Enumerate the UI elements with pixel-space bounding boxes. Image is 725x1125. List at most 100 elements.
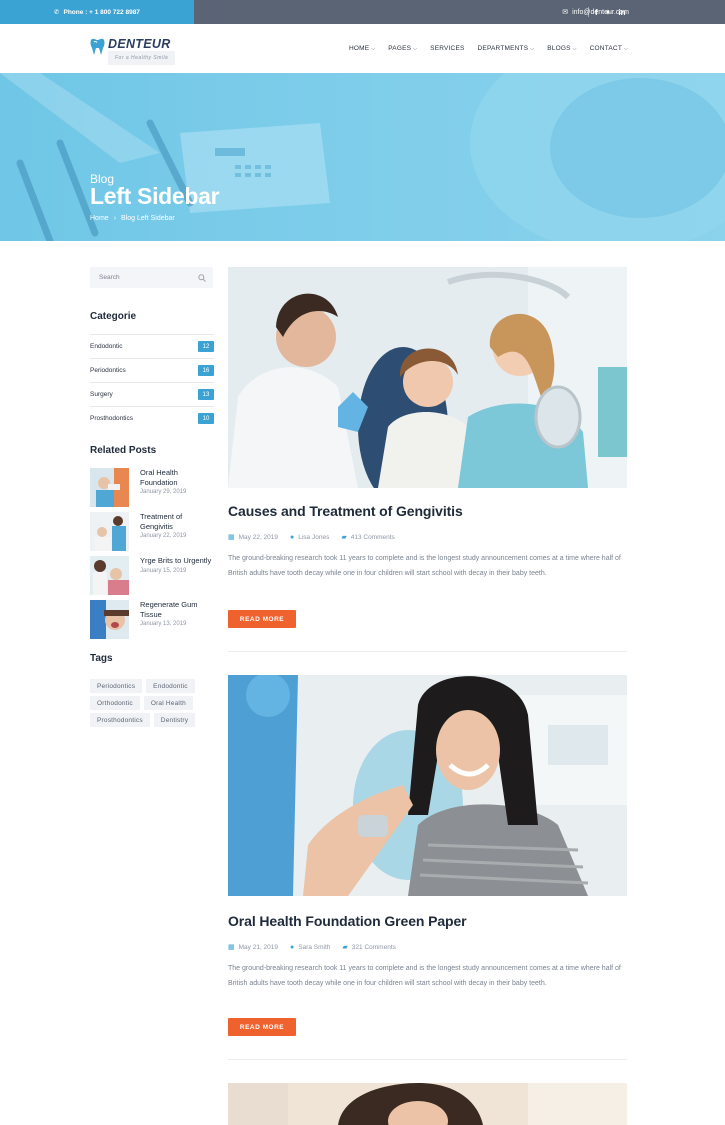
article-image[interactable]: [228, 267, 627, 488]
count-badge: 12: [198, 341, 214, 352]
meta-comments[interactable]: ▰ 413 Comments: [341, 533, 395, 542]
article-excerpt: The ground-breaking research took 11 yea…: [228, 555, 621, 577]
calendar-icon: ▦: [228, 534, 235, 541]
meta-comments-text: 321 Comments: [351, 943, 396, 951]
nav-blogs[interactable]: BLOGS ⌵: [547, 45, 576, 52]
meta-author[interactable]: ● Lisa Jones: [290, 533, 329, 541]
meta-author-text: Sara Smith: [298, 943, 331, 951]
search-input[interactable]: Search: [90, 267, 213, 288]
user-icon: ●: [290, 533, 295, 541]
search-icon[interactable]: [198, 273, 206, 282]
related-post-title[interactable]: Regenerate Gum Tissue: [140, 600, 214, 619]
post-thumbnail[interactable]: [90, 556, 129, 595]
comments-icon: ▰: [341, 534, 347, 541]
chevron-down-icon: ⌵: [624, 45, 628, 52]
nav-services[interactable]: SERVICES: [430, 45, 464, 52]
nav-label: PAGES: [388, 45, 412, 52]
tag[interactable]: Oral Health: [143, 696, 193, 710]
related-post[interactable]: Yrge Brits to Urgently January 15, 2019: [90, 556, 214, 600]
category-item[interactable]: Prosthodontics 10: [90, 406, 214, 430]
breadcrumb-home[interactable]: Home: [90, 215, 109, 222]
tag[interactable]: Orthodontic: [90, 696, 140, 710]
brand-name: DENTEUR: [108, 37, 171, 51]
tag[interactable]: Prosthodontics: [90, 713, 150, 727]
site-logo[interactable]: DENTEUR For a Healthy Smile: [90, 37, 176, 65]
chevron-down-icon: ⌵: [371, 45, 376, 52]
social-links: f ✦ in: [595, 0, 625, 24]
phone-icon: ✆: [54, 9, 60, 16]
nav-departments[interactable]: DEPARTMENTS ⌵: [478, 45, 535, 52]
article-image[interactable]: [228, 675, 627, 896]
phone-box[interactable]: ✆ Phone : + 1 800 722 8987: [0, 0, 194, 24]
envelope-icon: ✉: [562, 9, 569, 16]
post-thumbnail[interactable]: [90, 512, 129, 551]
nav-contact[interactable]: CONTACT ⌵: [590, 45, 628, 52]
chevron-down-icon: ⌵: [572, 45, 577, 52]
related-post[interactable]: Regenerate Gum Tissue January 13, 2019: [90, 600, 214, 644]
page-title: Left Sidebar: [90, 183, 220, 209]
tag[interactable]: Dentistry: [153, 713, 196, 727]
article-title[interactable]: Oral Health Foundation Green Paper: [228, 913, 467, 929]
chevron-down-icon: ⌵: [530, 45, 535, 52]
breadcrumb-separator-icon: ›: [113, 215, 117, 222]
meta-date-text: May 21, 2019: [238, 943, 279, 951]
page-hero: Blog Left Sidebar Home › Blog Left Sideb…: [0, 73, 725, 241]
related-post-title[interactable]: Yrge Brits to Urgently: [140, 556, 211, 566]
post-thumbnail[interactable]: [90, 600, 129, 639]
read-more-button[interactable]: READ MORE: [228, 1018, 296, 1036]
category-label: Endodontic: [90, 343, 123, 350]
count-badge: 13: [198, 389, 214, 400]
category-label: Surgery: [90, 391, 113, 398]
breadcrumb: Home › Blog Left Sidebar: [90, 215, 175, 222]
category-item[interactable]: Endodontic 12: [90, 334, 214, 358]
user-icon: ●: [290, 943, 295, 951]
post-thumbnail[interactable]: [90, 468, 129, 507]
tag-cloud: Periodontics Endodontic Orthodontic Oral…: [90, 679, 215, 727]
nav-pages[interactable]: PAGES ⌵: [388, 45, 417, 52]
calendar-icon: ▦: [228, 944, 235, 951]
meta-author-text: Lisa Jones: [298, 533, 330, 541]
read-more-button[interactable]: READ MORE: [228, 610, 296, 628]
related-post-date: January 15, 2019: [140, 567, 187, 574]
related-posts-list: Oral Health Foundation January 29, 2019 T…: [90, 468, 214, 644]
meta-author[interactable]: ● Sara Smith: [290, 943, 330, 951]
related-post[interactable]: Oral Health Foundation January 29, 2019: [90, 468, 214, 512]
article-image[interactable]: [228, 1083, 627, 1125]
comments-icon: ▰: [342, 944, 348, 951]
related-post-date: January 13, 2019: [140, 621, 187, 627]
topbar-divider: [588, 7, 589, 17]
tag[interactable]: Endodontic: [146, 679, 195, 693]
related-post-title[interactable]: Treatment of Gengivitis: [140, 512, 214, 531]
phone-text: Phone : + 1 800 722 8987: [63, 8, 140, 16]
article-meta: ▦ May 22, 2019 ● Lisa Jones ▰ 413 Comments: [228, 533, 395, 542]
search-placeholder: Search: [99, 274, 120, 281]
article-title[interactable]: Causes and Treatment of Gengivitis: [228, 503, 463, 519]
related-post-title[interactable]: Oral Health Foundation: [140, 468, 214, 487]
nav-label: BLOGS: [547, 45, 571, 52]
nav-label: DEPARTMENTS: [477, 45, 529, 52]
category-item[interactable]: Periodontics 16: [90, 358, 214, 382]
linkedin-icon[interactable]: in: [618, 8, 625, 17]
meta-comments[interactable]: ▰ 321 Comments: [342, 943, 396, 952]
meta-date: ▦ May 21, 2019: [228, 943, 279, 952]
main-nav: HOME ⌵ PAGES ⌵ SERVICES DEPARTMENTS ⌵ BLOGS…: [349, 24, 628, 73]
tag[interactable]: Periodontics: [90, 679, 143, 693]
nav-home[interactable]: HOME ⌵: [349, 45, 375, 52]
twitter-icon[interactable]: ✦: [605, 8, 612, 17]
related-post[interactable]: Treatment of Gengivitis January 22, 2019: [90, 512, 214, 556]
categories-heading: Categorie: [90, 311, 137, 322]
facebook-icon[interactable]: f: [595, 8, 598, 17]
category-item[interactable]: Surgery 13: [90, 382, 214, 406]
category-label: Periodontics: [90, 367, 126, 374]
brand-tagline: For a Healthy Smile: [108, 51, 176, 65]
related-post-date: January 29, 2019: [140, 489, 187, 495]
tags-heading: Tags: [90, 653, 113, 664]
count-badge: 16: [198, 365, 214, 376]
article-excerpt: The ground-breaking research took 11 yea…: [228, 965, 621, 987]
count-badge: 10: [198, 413, 214, 424]
meta-comments-text: 413 Comments: [350, 533, 395, 541]
nav-label: SERVICES: [430, 45, 465, 52]
meta-date-text: May 22, 2019: [238, 533, 279, 541]
related-post-date: January 22, 2019: [140, 533, 187, 539]
nav-label: CONTACT: [589, 45, 622, 52]
